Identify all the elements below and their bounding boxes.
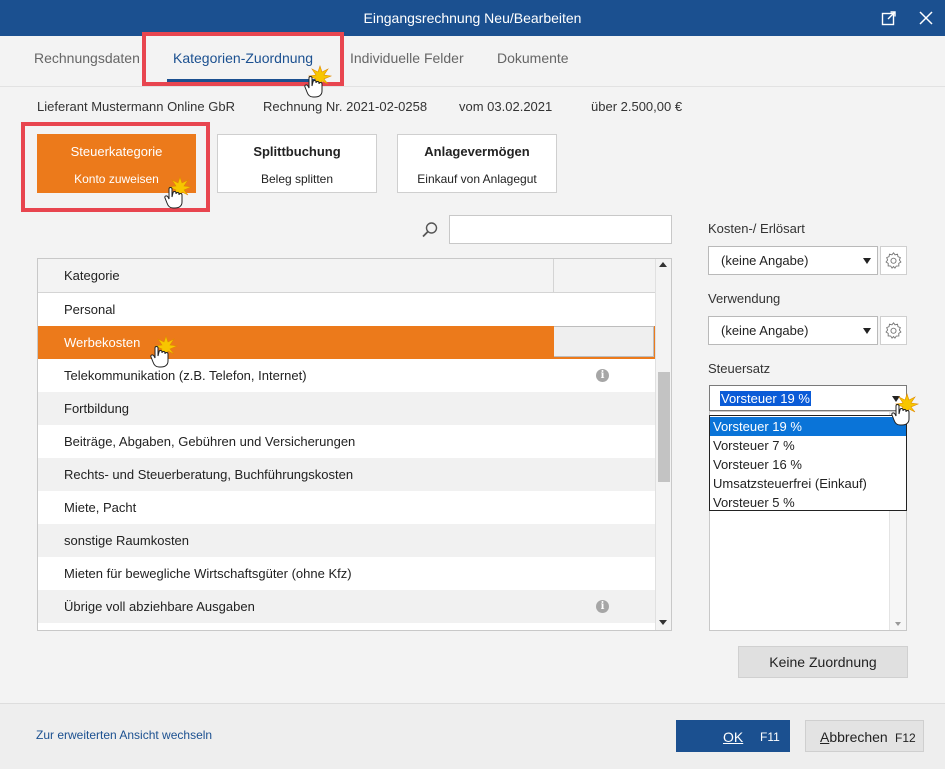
table-row[interactable]: Übrige voll abziehbare Ausgaben i — [38, 590, 655, 623]
close-icon — [919, 11, 933, 25]
row-label: Fortbildung — [64, 401, 130, 416]
chevron-down-icon — [863, 328, 871, 334]
chevron-down-icon — [892, 396, 900, 402]
table-row[interactable]: Miete, Pacht — [38, 491, 655, 524]
table-row[interactable]: Fortbildung — [38, 392, 655, 425]
select-value: (keine Angabe) — [721, 253, 809, 268]
category-table: Kategorie Personal Werbekosten Telekommu… — [37, 258, 672, 631]
tab-bar: Rechnungsdaten Kategorien-Zuordnung Indi… — [0, 36, 945, 87]
button-title: Steuerkategorie — [70, 144, 163, 159]
gear-icon — [885, 322, 902, 339]
close-button[interactable] — [912, 4, 940, 32]
table-row[interactable]: Telekommunikation (z.B. Telefon, Interne… — [38, 359, 655, 392]
button-title: Anlagevermögen — [424, 144, 530, 159]
popout-button[interactable] — [874, 4, 904, 32]
cancel-button[interactable]: Abbrechen F12 — [805, 720, 924, 752]
table-row[interactable]: Rechts- und Steuerberatung, Buchführungs… — [38, 458, 655, 491]
dropdown-option[interactable]: Vorsteuer 16 % — [710, 455, 906, 474]
invoice-number: Rechnung Nr. 2021-02-0258 — [263, 99, 428, 114]
steuerkategorie-button[interactable]: Steuerkategorie Konto zuweisen — [37, 134, 196, 193]
scroll-down-icon[interactable] — [659, 620, 667, 625]
table-row-selected[interactable]: Werbekosten — [38, 326, 655, 359]
select-value: (keine Angabe) — [721, 323, 809, 338]
row-label: Personal — [64, 302, 116, 317]
invoice-amount: über 2.500,00 € — [591, 99, 683, 114]
select-value: Vorsteuer 19 % — [720, 391, 811, 406]
extended-view-link[interactable]: Zur erweiterten Ansicht wechseln — [36, 728, 212, 742]
tab-kategorien-zuordnung[interactable]: Kategorien-Zuordnung — [173, 50, 313, 66]
table-row[interactable]: Beiträge, Abgaben, Gebühren und Versiche… — [38, 425, 655, 458]
title-bar: Eingangsrechnung Neu/Bearbeiten — [0, 0, 945, 36]
cost-type-select[interactable]: (keine Angabe) — [708, 246, 878, 275]
supplier-info: Lieferant Mustermann Online GbR — [37, 99, 235, 114]
usage-label: Verwendung — [708, 291, 781, 306]
column-header-kategorie[interactable]: Kategorie — [64, 268, 120, 283]
tax-rate-label: Steuersatz — [708, 361, 771, 376]
no-assignment-button[interactable]: Keine Zuordnung — [738, 646, 908, 678]
row-label: Mieten für bewegliche Wirtschaftsgüter (… — [64, 566, 352, 581]
dropdown-option[interactable]: Vorsteuer 19 % — [710, 417, 906, 436]
tab-dokumente[interactable]: Dokumente — [497, 50, 569, 66]
row-label: Übrige voll abziehbare Ausgaben — [64, 599, 255, 614]
row-extra-cell — [554, 326, 654, 357]
tab-rechnungsdaten[interactable]: Rechnungsdaten — [34, 50, 140, 66]
scroll-down-icon[interactable] — [895, 622, 901, 626]
button-title: Splittbuchung — [253, 144, 341, 159]
usage-settings-button[interactable] — [880, 316, 907, 345]
splittbuchung-button[interactable]: Splittbuchung Beleg splitten — [217, 134, 377, 193]
usage-select[interactable]: (keine Angabe) — [708, 316, 878, 345]
row-label: Miete, Pacht — [64, 500, 137, 515]
cost-type-settings-button[interactable] — [880, 246, 907, 275]
active-tab-indicator — [167, 79, 317, 82]
ok-shortcut: F11 — [760, 730, 780, 744]
row-label: sonstige Raumkosten — [64, 533, 190, 548]
window-title: Eingangsrechnung Neu/Bearbeiten — [363, 10, 582, 26]
button-subtitle: Beleg splitten — [260, 172, 334, 186]
scroll-thumb[interactable] — [658, 372, 670, 482]
tax-rate-select[interactable]: Vorsteuer 19 % — [709, 385, 907, 411]
row-label: Telekommunikation (z.B. Telefon, Interne… — [64, 368, 307, 383]
invoice-date: vom 03.02.2021 — [459, 99, 553, 114]
cancel-label-mnemonic: A — [820, 729, 830, 745]
ok-button[interactable]: OK F11 — [676, 720, 790, 752]
cancel-label: Abbrechen — [820, 729, 888, 745]
tab-individuelle-felder[interactable]: Individuelle Felder — [350, 50, 464, 66]
info-icon[interactable]: i — [596, 369, 609, 382]
search-icon[interactable] — [421, 221, 439, 239]
row-label: Beiträge, Abgaben, Gebühren und Versiche… — [64, 434, 356, 449]
button-subtitle: Einkauf von Anlagegut — [417, 172, 537, 186]
table-scrollbar[interactable] — [655, 259, 671, 630]
external-window-icon — [881, 11, 896, 26]
column-divider — [553, 259, 554, 292]
cancel-label-rest: bbrechen — [829, 729, 888, 745]
row-label: Werbekosten — [64, 335, 141, 350]
cancel-shortcut: F12 — [895, 731, 916, 745]
button-subtitle: Konto zuweisen — [74, 172, 159, 186]
scroll-up-icon[interactable] — [659, 262, 667, 267]
tax-rate-dropdown: Vorsteuer 19 % Vorsteuer 7 % Vorsteuer 1… — [709, 415, 907, 511]
dropdown-option[interactable]: Vorsteuer 5 % — [710, 493, 906, 512]
table-row[interactable]: Mieten für bewegliche Wirtschaftsgüter (… — [38, 557, 655, 590]
dropdown-option[interactable]: Vorsteuer 7 % — [710, 436, 906, 455]
row-label: Rechts- und Steuerberatung, Buchführungs… — [64, 467, 354, 482]
dropdown-option[interactable]: Umsatzsteuerfrei (Einkauf) — [710, 474, 906, 493]
table-header: Kategorie — [38, 259, 655, 293]
chevron-down-icon — [863, 258, 871, 264]
anlagevermoegen-button[interactable]: Anlagevermögen Einkauf von Anlagegut — [397, 134, 557, 193]
search-input[interactable] — [449, 215, 672, 244]
ok-label: OK — [723, 729, 744, 745]
gear-icon — [885, 252, 902, 269]
table-row[interactable]: Personal — [38, 293, 655, 326]
table-row[interactable]: sonstige Raumkosten — [38, 524, 655, 557]
info-icon[interactable]: i — [596, 600, 609, 613]
cost-type-label: Kosten-/ Erlösart — [708, 221, 805, 236]
